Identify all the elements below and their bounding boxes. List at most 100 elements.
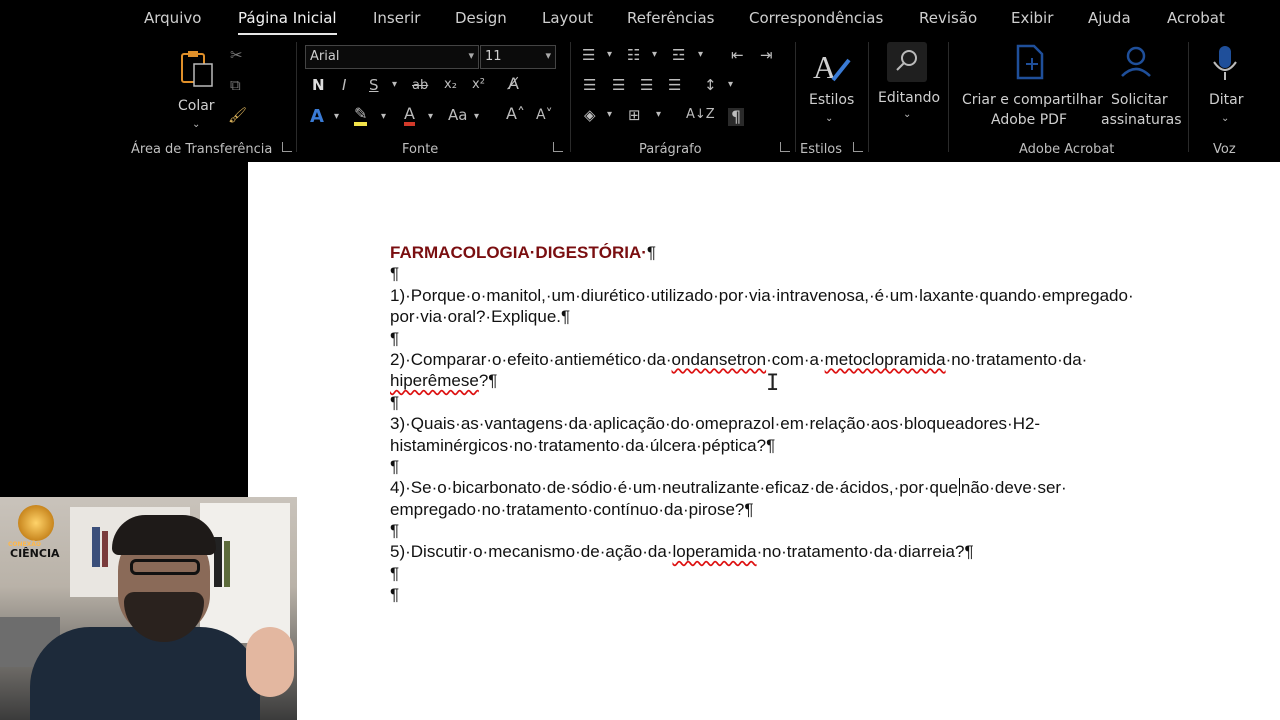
signature-person-icon — [1121, 46, 1151, 77]
document-body[interactable]: FARMACOLOGIA·DIGESTÓRIA·¶ ¶ 1)·Porque·o·… — [390, 242, 1210, 606]
chevron-down-icon: ▾ — [468, 49, 474, 62]
channel-logo: CONEXÃO CIÊNCIA — [8, 505, 64, 561]
create-share-label-1: Criar e compartilhar — [962, 92, 1103, 108]
show-formatting-button[interactable]: ¶ — [728, 108, 745, 126]
chevron-down-icon[interactable]: ▾ — [607, 110, 612, 120]
misspelled-word[interactable]: hiperêmese — [390, 371, 479, 390]
font-launcher-icon[interactable] — [553, 142, 563, 152]
chevron-down-icon[interactable]: ▾ — [656, 110, 661, 120]
tab-ajuda[interactable]: Ajuda — [1088, 9, 1131, 27]
tab-correspondencias[interactable]: Correspondências — [749, 9, 883, 27]
borders-icon[interactable]: ⊞ — [628, 108, 641, 123]
book — [102, 531, 108, 567]
chevron-down-icon[interactable]: ▾ — [652, 50, 657, 60]
sort-icon[interactable]: A↓Z — [686, 108, 715, 121]
question-5-line: 5)·Discutir·o·mecanismo·de·ação·da·loper… — [390, 542, 974, 562]
chevron-down-icon[interactable]: ▾ — [607, 50, 612, 60]
chevron-down-icon[interactable]: ▾ — [334, 112, 339, 122]
person-shirt — [30, 627, 260, 720]
tab-revisao[interactable]: Revisão — [919, 9, 977, 27]
chevron-down-icon[interactable]: ▾ — [381, 112, 386, 122]
misspelled-word[interactable]: ondansetron — [672, 350, 767, 369]
document-page[interactable]: FARMACOLOGIA·DIGESTÓRIA·¶ ¶ 1)·Porque·o·… — [248, 162, 1280, 720]
multilevel-list-icon[interactable]: ☲ — [672, 48, 685, 63]
paragraph-launcher-icon[interactable] — [780, 142, 790, 152]
tab-referencias[interactable]: Referências — [627, 9, 714, 27]
tab-exibir[interactable]: Exibir — [1011, 9, 1053, 27]
tab-acrobat[interactable]: Acrobat — [1167, 9, 1225, 27]
align-center-icon[interactable]: ☰ — [612, 78, 625, 93]
styles-button[interactable]: A Estilos ⌄ — [805, 44, 857, 134]
subscript-icon[interactable]: x₂ — [444, 78, 457, 91]
styles-launcher-icon[interactable] — [853, 142, 863, 152]
paste-label: Colar — [178, 98, 215, 114]
align-right-icon[interactable]: ☰ — [640, 78, 653, 93]
request-sign-label-1: Solicitar — [1111, 92, 1168, 108]
superscript-icon[interactable]: x² — [472, 78, 485, 91]
misspelled-word[interactable]: metoclopramida — [825, 350, 946, 369]
shrink-font-icon[interactable]: A˅ — [536, 108, 553, 122]
chevron-down-icon: ⌄ — [825, 113, 834, 124]
chevron-down-icon[interactable]: ▾ — [428, 112, 433, 122]
empty-paragraph: ¶ — [390, 392, 400, 412]
ribbon: Colar ⌄ ✂ ⧉ 🖌 Área de Transferência Aria… — [0, 38, 1280, 162]
glasses — [130, 559, 200, 575]
logo-text-bottom: CIÊNCIA — [10, 547, 60, 560]
divider — [296, 42, 297, 152]
tab-inserir[interactable]: Inserir — [373, 9, 420, 27]
misspelled-word[interactable]: loperamida — [672, 542, 756, 561]
change-case-button[interactable]: Aa — [448, 108, 467, 123]
cut-icon[interactable]: ✂ — [230, 48, 243, 63]
font-size-select[interactable]: 11 ▾ — [480, 45, 556, 69]
question-3-line-2: histaminérgicos·no·tratamento·da·úlcera·… — [390, 435, 776, 455]
tab-pagina-inicial[interactable]: Página Inicial — [238, 9, 337, 35]
font-name-select[interactable]: Arial ▾ — [305, 45, 479, 69]
question-2-line-1: 2)·Comparar·o·efeito·antiemético·da·onda… — [390, 349, 1088, 369]
question-4-line-1: 4)·Se·o·bicarbonato·de·sódio·é·um·neutra… — [390, 478, 1067, 498]
empty-paragraph: ¶ — [390, 328, 400, 348]
divider — [570, 42, 571, 152]
tab-design[interactable]: Design — [455, 9, 507, 27]
editing-label: Editando — [878, 90, 941, 106]
align-left-icon[interactable]: ☰ — [583, 78, 596, 93]
request-sign-label-2: assinaturas — [1101, 112, 1182, 128]
copy-icon[interactable]: ⧉ — [230, 78, 241, 93]
highlight-icon[interactable]: ✎ — [354, 106, 368, 126]
increase-indent-icon[interactable]: ⇥ — [760, 48, 773, 63]
tab-arquivo[interactable]: Arquivo — [144, 9, 201, 27]
clipboard-group-label: Área de Transferência — [131, 142, 273, 157]
numbering-icon[interactable]: ☷ — [627, 48, 640, 63]
text-effects-icon[interactable]: A — [310, 108, 324, 126]
clipboard-launcher-icon[interactable] — [282, 142, 292, 152]
request-signatures-button[interactable]: Solicitar assinaturas — [1100, 44, 1182, 134]
justify-icon[interactable]: ☰ — [668, 78, 681, 93]
editing-button[interactable]: Editando ⌄ — [875, 42, 941, 128]
pdf-document-icon — [1016, 44, 1044, 80]
book — [92, 527, 100, 567]
chevron-down-icon[interactable]: ▾ — [392, 80, 397, 90]
create-share-pdf-button[interactable]: Criar e compartilhar Adobe PDF — [958, 44, 1103, 134]
strikethrough-button[interactable]: ab — [412, 79, 428, 92]
bold-button[interactable]: N — [312, 78, 325, 93]
line-spacing-icon[interactable]: ↕ — [704, 78, 717, 93]
grow-font-icon[interactable]: A˄ — [506, 106, 525, 122]
bullets-icon[interactable]: ☰ — [582, 48, 595, 63]
paste-button[interactable]: Colar ⌄ — [172, 46, 222, 130]
search-icon — [887, 42, 927, 82]
paragraph-group-label: Parágrafo — [639, 142, 702, 157]
styles-label: Estilos — [809, 92, 855, 108]
underline-button[interactable]: S — [369, 78, 379, 93]
chevron-down-icon[interactable]: ▾ — [474, 112, 479, 122]
chevron-down-icon[interactable]: ▾ — [728, 80, 733, 90]
clipboard-icon — [181, 51, 213, 87]
shading-icon[interactable]: ◈ — [584, 108, 596, 123]
person-hair — [112, 515, 216, 555]
tab-layout[interactable]: Layout — [542, 9, 593, 27]
clear-formatting-icon[interactable]: A̸ — [508, 76, 519, 92]
dictate-button[interactable]: Ditar ⌄ — [1200, 44, 1252, 134]
decrease-indent-icon[interactable]: ⇤ — [731, 48, 744, 63]
italic-button[interactable]: I — [342, 78, 346, 93]
format-painter-icon[interactable]: 🖌 — [228, 108, 247, 123]
chevron-down-icon[interactable]: ▾ — [698, 50, 703, 60]
font-color-icon[interactable]: A — [404, 106, 415, 126]
